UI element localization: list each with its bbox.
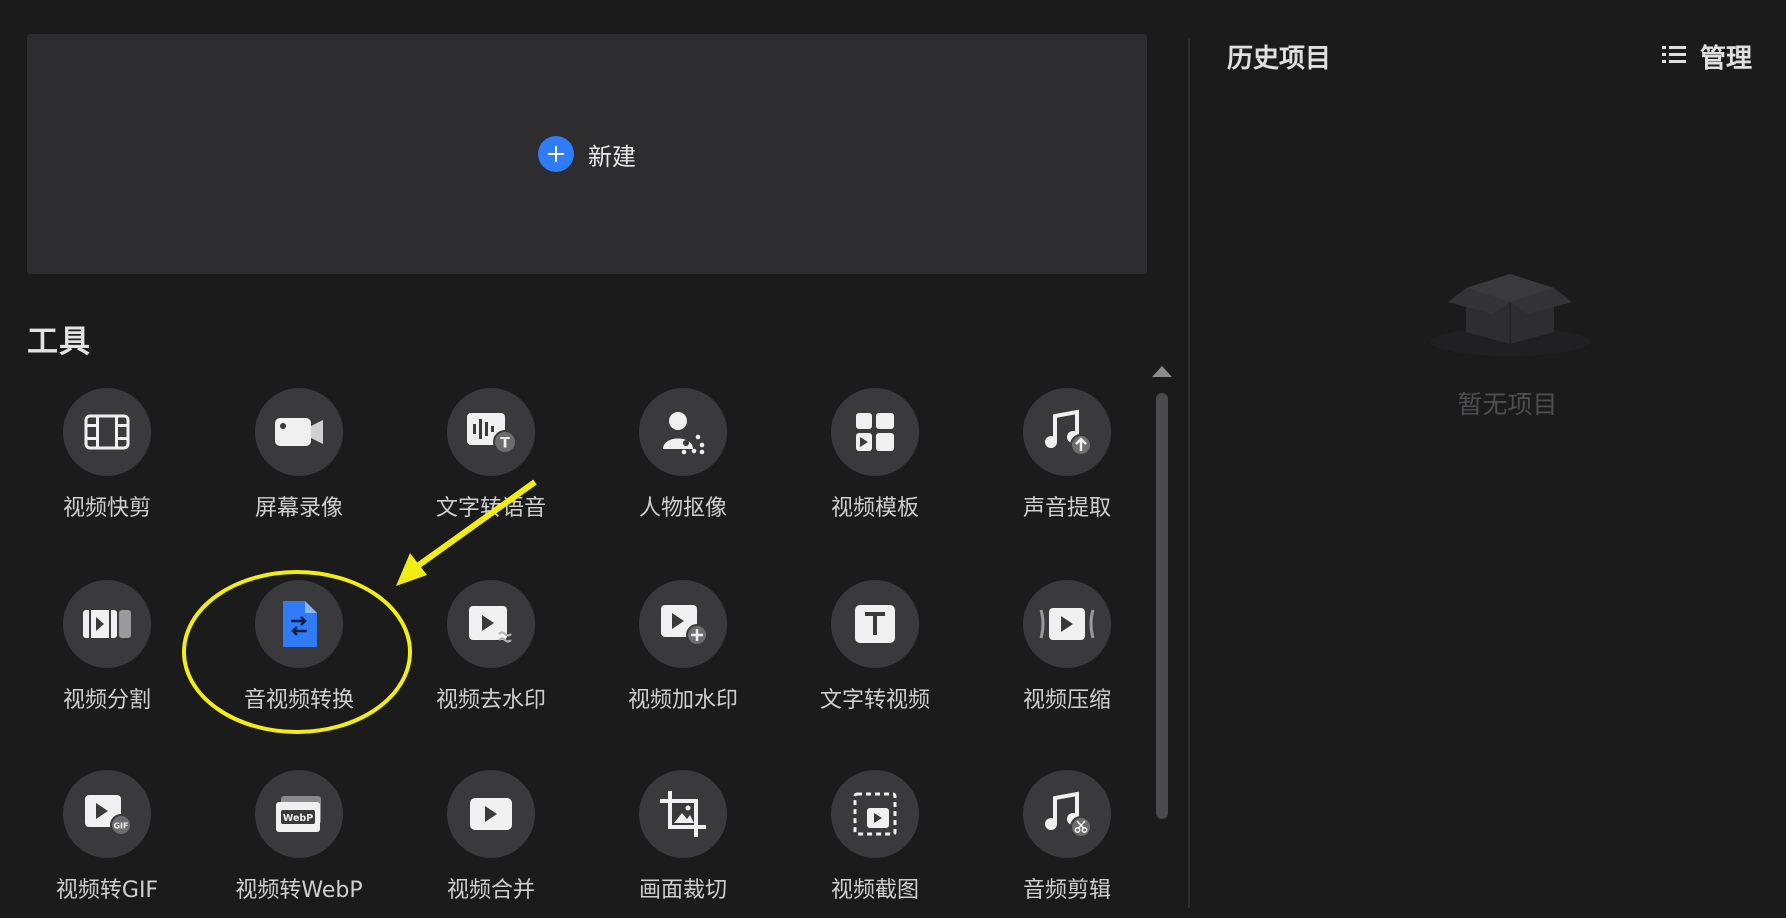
tool-label: 视频合并 <box>446 878 535 903</box>
tool-crop-frame[interactable]: 画面裁切 <box>603 770 763 918</box>
tool-label: 视频分割 <box>62 688 151 713</box>
svg-text:T: T <box>500 436 510 452</box>
tool-video-merge[interactable]: 视频合并 <box>411 770 571 918</box>
file-convert-icon <box>255 580 343 668</box>
crop-icon <box>639 770 727 858</box>
camera-record-icon <box>255 388 343 476</box>
add-watermark-icon <box>639 580 727 668</box>
text-to-video-icon <box>831 580 919 668</box>
video-merge-icon <box>447 770 535 858</box>
tools-grid: 视频快剪 屏幕录像 T 文字转语音 人物抠像 视频模板 声音提取 视频分割 音视… <box>27 388 1142 918</box>
tool-label: 音视频转换 <box>243 688 354 713</box>
tool-video-quick-edit[interactable]: 视频快剪 <box>27 388 187 548</box>
tool-person-cutout[interactable]: 人物抠像 <box>603 388 763 548</box>
new-project-card[interactable]: 新建 <box>27 34 1147 274</box>
tool-label: 人物抠像 <box>638 496 727 521</box>
tool-text-to-video[interactable]: 文字转视频 <box>795 580 955 740</box>
tool-label: 视频转GIF <box>55 878 159 903</box>
manage-label: 管理 <box>1700 44 1753 74</box>
scroll-up-arrow[interactable] <box>1152 366 1172 377</box>
audio-cut-icon <box>1023 770 1111 858</box>
video-to-gif-icon: GIF <box>63 770 151 858</box>
tool-label: 视频加水印 <box>627 688 738 713</box>
tool-label: 屏幕录像 <box>254 496 343 521</box>
template-grid-icon <box>831 388 919 476</box>
plus-circle-icon <box>538 136 574 172</box>
music-extract-icon <box>1023 388 1111 476</box>
new-project-content: 新建 <box>538 136 636 172</box>
tool-label: 声音提取 <box>1022 496 1111 521</box>
new-project-label: 新建 <box>588 142 636 171</box>
video-split-icon <box>63 580 151 668</box>
tool-video-to-gif[interactable]: GIF 视频转GIF <box>27 770 187 918</box>
tool-label: 视频截图 <box>830 878 919 903</box>
tool-audio-cut[interactable]: 音频剪辑 <box>987 770 1142 918</box>
svg-text:WebP: WebP <box>283 813 313 824</box>
tool-label: 视频快剪 <box>62 496 151 521</box>
screenshot-icon <box>831 770 919 858</box>
video-compress-icon <box>1023 580 1111 668</box>
app-window: 新建 工具 视频快剪 屏幕录像 T 文字转语音 人物抠像 视频模板 声音提取 视… <box>0 0 1786 918</box>
video-to-webp-icon: WebP <box>255 770 343 858</box>
empty-box-icon <box>1420 262 1600 362</box>
scrollbar-thumb[interactable] <box>1156 393 1168 819</box>
tool-text-to-speech[interactable]: T 文字转语音 <box>411 388 571 548</box>
history-title: 历史项目 <box>1227 44 1332 74</box>
tool-video-split[interactable]: 视频分割 <box>27 580 187 740</box>
tool-video-screenshot[interactable]: 视频截图 <box>795 770 955 918</box>
pane-divider <box>1188 38 1190 908</box>
tool-add-watermark[interactable]: 视频加水印 <box>603 580 763 740</box>
tool-video-compress[interactable]: 视频压缩 <box>987 580 1142 740</box>
remove-watermark-icon <box>447 580 535 668</box>
tool-av-convert[interactable]: 音视频转换 <box>219 580 379 740</box>
list-icon <box>1662 44 1686 70</box>
text-to-speech-icon: T <box>447 388 535 476</box>
tool-video-template[interactable]: 视频模板 <box>795 388 955 548</box>
tool-label: 画面裁切 <box>638 878 727 903</box>
tool-label: 音频剪辑 <box>1022 878 1111 903</box>
tool-audio-extract[interactable]: 声音提取 <box>987 388 1142 548</box>
tool-label: 文字转语音 <box>435 496 546 521</box>
manage-button[interactable]: 管理 <box>1662 38 1752 75</box>
tool-label: 视频模板 <box>830 496 919 521</box>
tool-screen-record[interactable]: 屏幕录像 <box>219 388 379 548</box>
tool-label: 视频去水印 <box>435 688 546 713</box>
tools-section-title: 工具 <box>27 324 91 360</box>
empty-state-text: 暂无项目 <box>1457 390 1558 419</box>
film-icon <box>63 388 151 476</box>
tool-remove-watermark[interactable]: 视频去水印 <box>411 580 571 740</box>
tool-label: 文字转视频 <box>819 688 930 713</box>
tool-video-to-webp[interactable]: WebP 视频转WebP <box>219 770 379 918</box>
tool-label: 视频转WebP <box>235 878 363 903</box>
person-cutout-icon <box>639 388 727 476</box>
tool-label: 视频压缩 <box>1022 688 1111 713</box>
svg-text:GIF: GIF <box>113 822 128 831</box>
